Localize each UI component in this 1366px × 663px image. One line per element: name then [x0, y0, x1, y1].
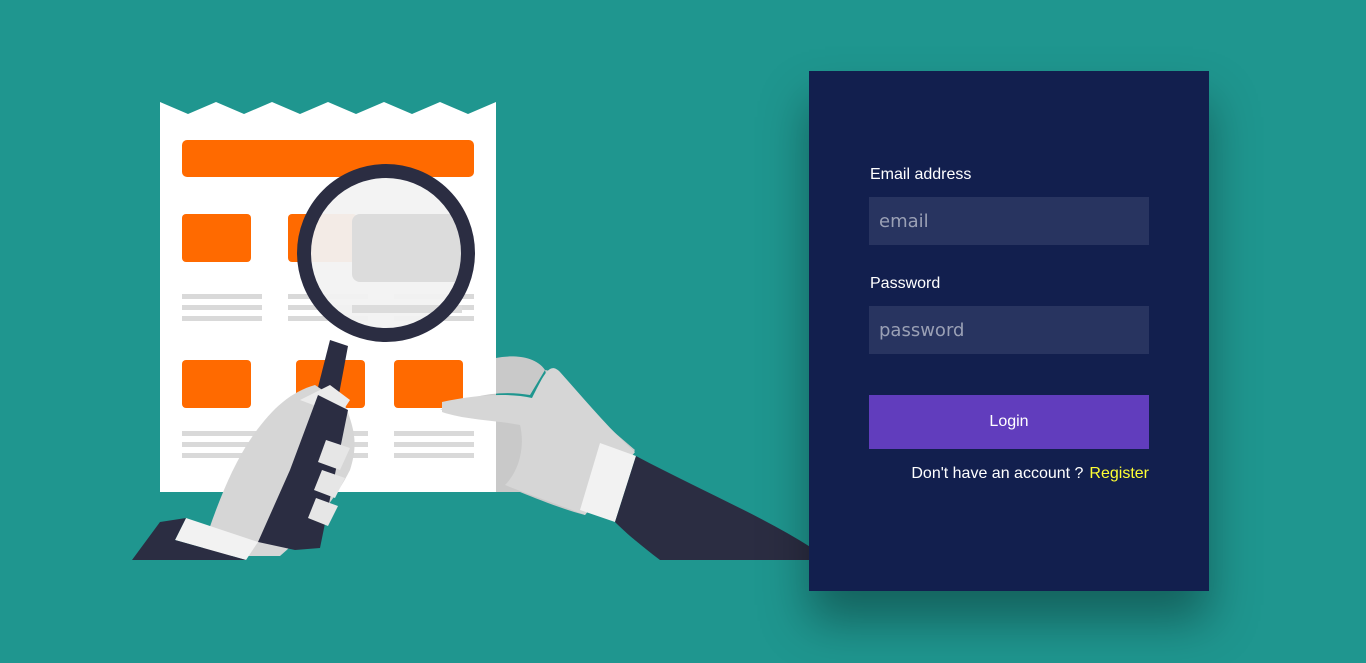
password-input[interactable]	[869, 306, 1149, 354]
login-card: Email address Password Login Don't have …	[809, 71, 1209, 591]
password-label: Password	[870, 275, 941, 292]
register-row: Don't have an account ? Register	[869, 465, 1149, 483]
login-page: Email address Password Login Don't have …	[0, 0, 1366, 663]
document-block	[182, 214, 251, 262]
email-input[interactable]	[869, 197, 1149, 245]
document-block	[182, 360, 251, 408]
email-label: Email address	[870, 166, 972, 183]
document-search-illustration	[132, 102, 812, 560]
login-button[interactable]: Login	[869, 395, 1149, 449]
right-sleeve	[615, 456, 812, 560]
register-prompt: Don't have an account ?	[911, 465, 1084, 482]
document-header-bar	[182, 140, 474, 177]
register-link[interactable]: Register	[1089, 465, 1149, 482]
